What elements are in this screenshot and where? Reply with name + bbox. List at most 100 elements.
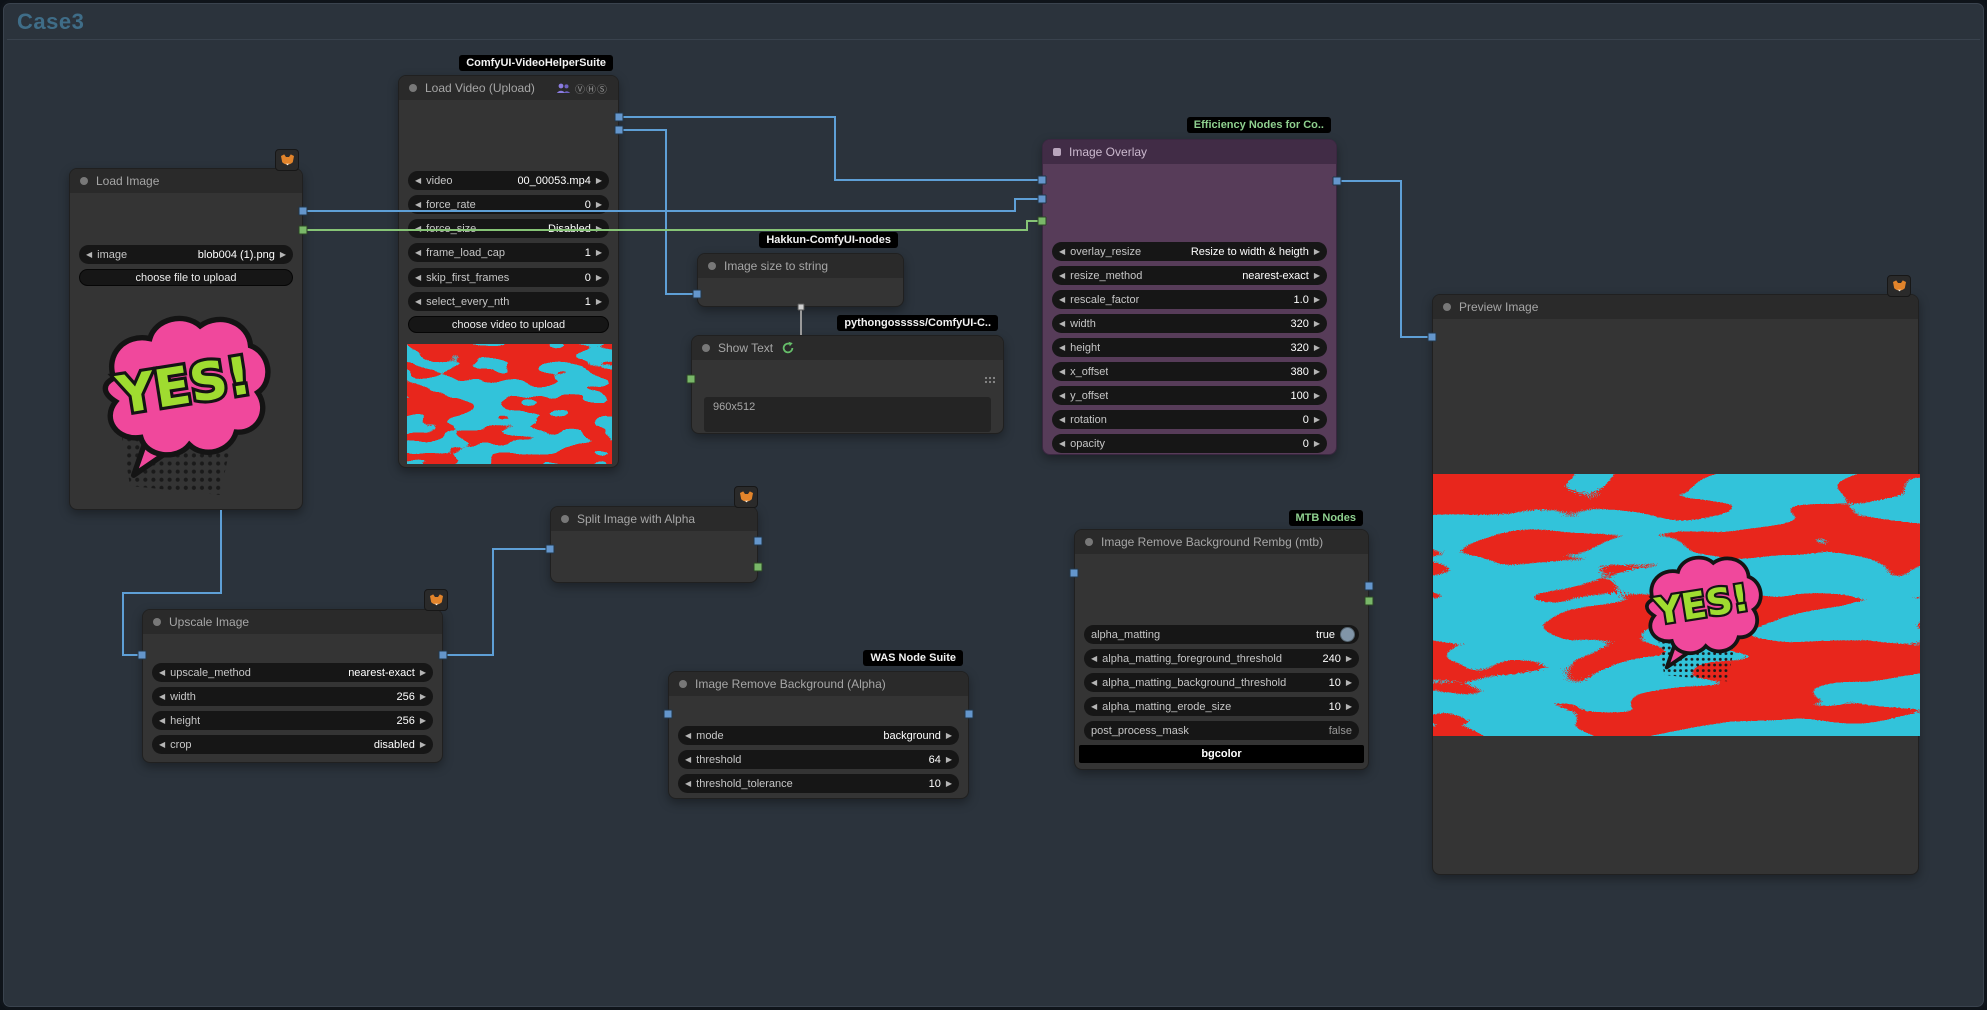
- stepper-left-icon[interactable]: ◀: [415, 298, 421, 306]
- stepper-right-icon[interactable]: ▶: [946, 756, 952, 764]
- node-header[interactable]: Preview Image: [1433, 295, 1918, 319]
- node-header[interactable]: Show Text: [692, 336, 1003, 360]
- widget-select-every-nth[interactable]: ◀ select_every_nth 1 ▶: [408, 292, 609, 311]
- collapse-dot-icon[interactable]: [708, 262, 716, 270]
- node-header[interactable]: Image size to string: [698, 254, 903, 278]
- node-header[interactable]: Load Image: [70, 169, 302, 193]
- stepper-left-icon[interactable]: ◀: [1091, 703, 1097, 711]
- widget-crop[interactable]: ◀ crop disabled ▶: [152, 735, 433, 754]
- stepper-left-icon[interactable]: ◀: [415, 225, 421, 233]
- node-upscale-image[interactable]: Upscale Image ◀ upscale_method nearest-e…: [142, 609, 443, 763]
- stepper-right-icon[interactable]: ▶: [1314, 296, 1320, 304]
- stepper-right-icon[interactable]: ▶: [1346, 655, 1352, 663]
- widget-rotation[interactable]: ◀ rotation 0 ▶: [1052, 410, 1327, 429]
- stepper-left-icon[interactable]: ◀: [1059, 440, 1065, 448]
- stepper-right-icon[interactable]: ▶: [946, 732, 952, 740]
- stepper-right-icon[interactable]: ▶: [596, 298, 602, 306]
- stepper-right-icon[interactable]: ▶: [420, 717, 426, 725]
- stepper-left-icon[interactable]: ◀: [1059, 392, 1065, 400]
- stepper-left-icon[interactable]: ◀: [86, 251, 92, 259]
- widget-image[interactable]: ◀ image blob004 (1).png ▶: [79, 245, 293, 264]
- widget-height[interactable]: ◀ height 320 ▶: [1052, 338, 1327, 357]
- stepper-left-icon[interactable]: ◀: [685, 756, 691, 764]
- stepper-left-icon[interactable]: ◀: [1059, 248, 1065, 256]
- stepper-right-icon[interactable]: ▶: [1314, 320, 1320, 328]
- widget-alpha-matting-erode-size[interactable]: ◀ alpha_matting_erode_size 10 ▶: [1084, 697, 1359, 716]
- stepper-left-icon[interactable]: ◀: [1091, 679, 1097, 687]
- widget-height[interactable]: ◀ height 256 ▶: [152, 711, 433, 730]
- node-header[interactable]: Image Remove Background (Alpha): [669, 672, 968, 696]
- widget-overlay-resize[interactable]: ◀ overlay_resize Resize to width & heigt…: [1052, 242, 1327, 261]
- widget-resize-method[interactable]: ◀ resize_method nearest-exact ▶: [1052, 266, 1327, 285]
- node-remove-bg-rembg[interactable]: Image Remove Background Rembg (mtb) alph…: [1074, 529, 1369, 770]
- stepper-left-icon[interactable]: ◀: [1059, 296, 1065, 304]
- widget-frame-load-cap[interactable]: ◀ frame_load_cap 1 ▶: [408, 243, 609, 262]
- widget-alpha-matting[interactable]: alpha_matting true: [1084, 625, 1359, 644]
- bgcolor-button[interactable]: bgcolor: [1079, 745, 1364, 763]
- stepper-left-icon[interactable]: ◀: [415, 177, 421, 185]
- stepper-left-icon[interactable]: ◀: [415, 274, 421, 282]
- widget-width[interactable]: ◀ width 320 ▶: [1052, 314, 1327, 333]
- stepper-left-icon[interactable]: ◀: [1091, 655, 1097, 663]
- choose-file-button[interactable]: choose file to upload: [79, 269, 293, 286]
- stepper-right-icon[interactable]: ▶: [596, 177, 602, 185]
- stepper-right-icon[interactable]: ▶: [1314, 344, 1320, 352]
- widget-mode[interactable]: ◀ mode background ▶: [678, 726, 959, 745]
- widget-threshold-tolerance[interactable]: ◀ threshold_tolerance 10 ▶: [678, 774, 959, 793]
- stepper-left-icon[interactable]: ◀: [685, 780, 691, 788]
- collapse-dot-icon[interactable]: [1443, 303, 1451, 311]
- stepper-right-icon[interactable]: ▶: [1314, 272, 1320, 280]
- grid-handle-icon[interactable]: [984, 376, 995, 387]
- stepper-left-icon[interactable]: ◀: [159, 741, 165, 749]
- widget-width[interactable]: ◀ width 256 ▶: [152, 687, 433, 706]
- stepper-right-icon[interactable]: ▶: [1314, 440, 1320, 448]
- widget-upscale-method[interactable]: ◀ upscale_method nearest-exact ▶: [152, 663, 433, 682]
- stepper-right-icon[interactable]: ▶: [596, 249, 602, 257]
- stepper-left-icon[interactable]: ◀: [685, 732, 691, 740]
- stepper-right-icon[interactable]: ▶: [1314, 248, 1320, 256]
- widget-post-process-mask[interactable]: post_process_mask false: [1084, 721, 1359, 740]
- collapse-dot-icon[interactable]: [1085, 538, 1093, 546]
- stepper-right-icon[interactable]: ▶: [420, 741, 426, 749]
- stepper-left-icon[interactable]: ◀: [1059, 344, 1065, 352]
- stepper-right-icon[interactable]: ▶: [596, 274, 602, 282]
- node-header[interactable]: Image Overlay: [1043, 140, 1336, 164]
- collapse-dot-icon[interactable]: [1053, 148, 1061, 156]
- stepper-right-icon[interactable]: ▶: [420, 669, 426, 677]
- node-image-size-to-string[interactable]: Image size to string: [697, 253, 904, 307]
- stepper-left-icon[interactable]: ◀: [1059, 416, 1065, 424]
- node-preview-image[interactable]: Preview Image: [1432, 294, 1919, 875]
- node-remove-bg-alpha[interactable]: Image Remove Background (Alpha) ◀ mode b…: [668, 671, 969, 799]
- collapse-dot-icon[interactable]: [80, 177, 88, 185]
- widget-force-size[interactable]: ◀ force_size Disabled ▶: [408, 219, 609, 238]
- collapse-dot-icon[interactable]: [409, 84, 417, 92]
- stepper-left-icon[interactable]: ◀: [159, 717, 165, 725]
- widget-skip-first-frames[interactable]: ◀ skip_first_frames 0 ▶: [408, 268, 609, 287]
- stepper-left-icon[interactable]: ◀: [159, 693, 165, 701]
- node-show-text[interactable]: Show Text 960x512: [691, 335, 1004, 434]
- widget-opacity[interactable]: ◀ opacity 0 ▶: [1052, 434, 1327, 453]
- stepper-right-icon[interactable]: ▶: [596, 201, 602, 209]
- widget-x-offset[interactable]: ◀ x_offset 380 ▶: [1052, 362, 1327, 381]
- node-load-image[interactable]: Load Image ◀ image blob004 (1).png ▶ cho…: [69, 168, 303, 510]
- stepper-right-icon[interactable]: ▶: [946, 780, 952, 788]
- widget-y-offset[interactable]: ◀ y_offset 100 ▶: [1052, 386, 1327, 405]
- node-header[interactable]: Split Image with Alpha: [551, 507, 757, 531]
- show-text-output[interactable]: 960x512: [704, 397, 991, 432]
- choose-video-button[interactable]: choose video to upload: [408, 316, 609, 333]
- widget-video[interactable]: ◀ video 00_00053.mp4 ▶: [408, 171, 609, 190]
- stepper-right-icon[interactable]: ▶: [1314, 368, 1320, 376]
- node-header[interactable]: Upscale Image: [143, 610, 442, 634]
- collapse-dot-icon[interactable]: [702, 344, 710, 352]
- widget-force-rate[interactable]: ◀ force_rate 0 ▶: [408, 195, 609, 214]
- stepper-left-icon[interactable]: ◀: [1059, 368, 1065, 376]
- stepper-right-icon[interactable]: ▶: [596, 225, 602, 233]
- stepper-left-icon[interactable]: ◀: [1059, 320, 1065, 328]
- collapse-dot-icon[interactable]: [153, 618, 161, 626]
- widget-alpha-matting-background-threshold[interactable]: ◀ alpha_matting_background_threshold 10 …: [1084, 673, 1359, 692]
- stepper-right-icon[interactable]: ▶: [280, 251, 286, 259]
- stepper-left-icon[interactable]: ◀: [415, 249, 421, 257]
- stepper-right-icon[interactable]: ▶: [1346, 703, 1352, 711]
- widget-rescale-factor[interactable]: ◀ rescale_factor 1.0 ▶: [1052, 290, 1327, 309]
- toggle-knob[interactable]: [1340, 627, 1355, 642]
